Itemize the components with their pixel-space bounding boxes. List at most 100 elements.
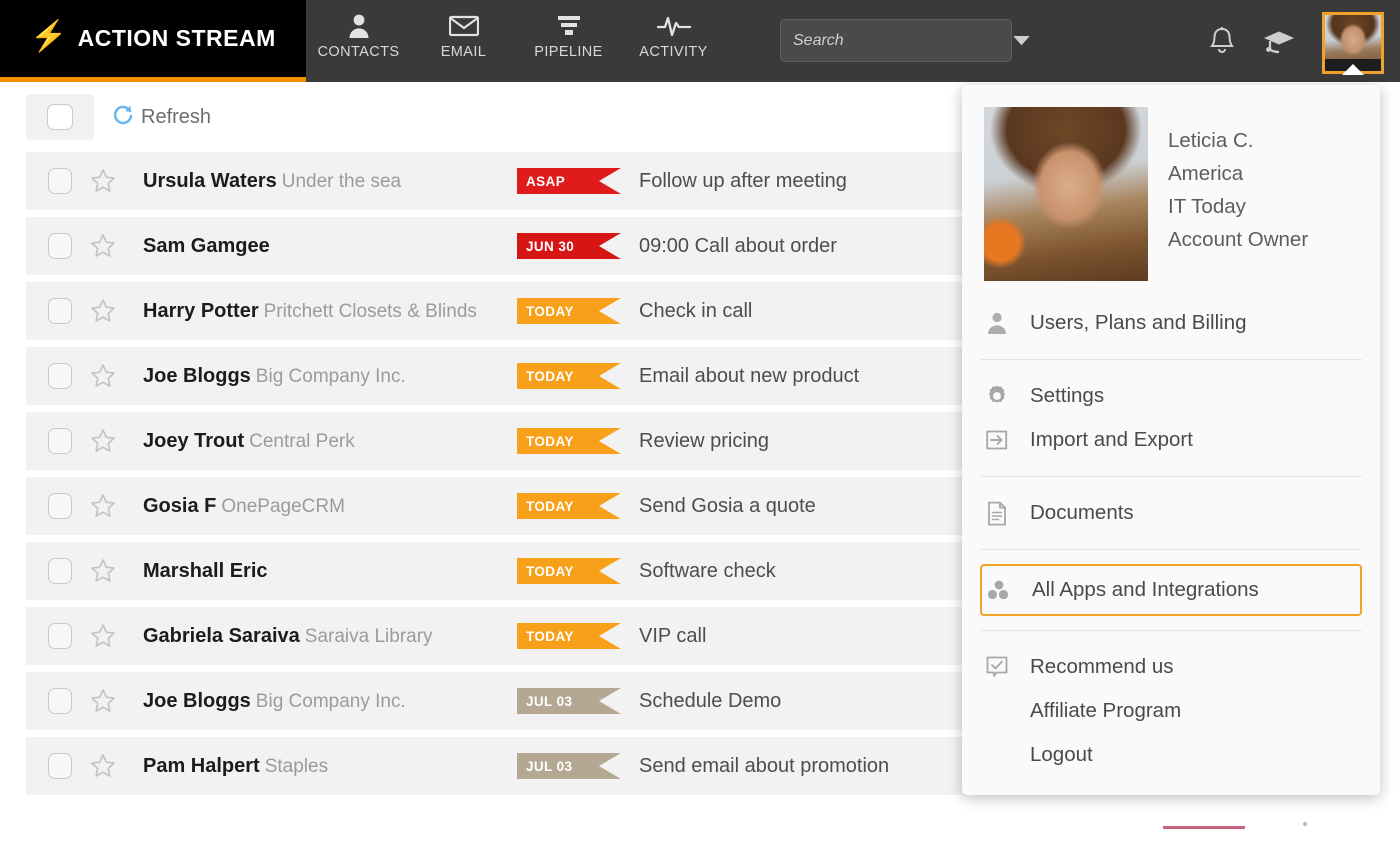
search-box[interactable] bbox=[780, 19, 1012, 62]
graduation-cap-icon[interactable] bbox=[1262, 27, 1296, 55]
contact-cell[interactable]: Joey TroutCentral Perk bbox=[143, 430, 517, 453]
due-date-badge[interactable]: JUL 03 bbox=[517, 753, 621, 779]
next-action-text[interactable]: Check in call bbox=[639, 300, 752, 323]
row-checkbox[interactable] bbox=[48, 428, 72, 454]
row-checkbox[interactable] bbox=[48, 233, 72, 259]
checkbox-glyph bbox=[47, 104, 73, 130]
due-date-badge[interactable]: TODAY bbox=[517, 428, 621, 454]
person-icon bbox=[348, 12, 370, 40]
profile-company: IT Today bbox=[1168, 191, 1308, 222]
person-icon bbox=[984, 311, 1010, 335]
star-icon[interactable] bbox=[90, 688, 116, 714]
contact-company: Saraiva Library bbox=[305, 626, 433, 647]
menu-item-users-plans-billing[interactable]: Users, Plans and Billing bbox=[962, 301, 1380, 345]
nav-item-email[interactable]: EMAIL bbox=[411, 8, 516, 60]
menu-item-label: Logout bbox=[1030, 743, 1093, 767]
star-icon[interactable] bbox=[90, 753, 116, 779]
menu-item-recommend-us[interactable]: Recommend us bbox=[962, 645, 1380, 689]
row-checkbox[interactable] bbox=[48, 623, 72, 649]
menu-item-affiliate-program[interactable]: Affiliate Program bbox=[962, 689, 1380, 733]
row-checkbox[interactable] bbox=[48, 688, 72, 714]
star-icon[interactable] bbox=[90, 233, 116, 259]
row-checkbox[interactable] bbox=[48, 363, 72, 389]
avatar[interactable] bbox=[1322, 12, 1384, 74]
menu-item-logout[interactable]: Logout bbox=[962, 733, 1380, 777]
due-date-badge[interactable]: JUL 03 bbox=[517, 688, 621, 714]
menu-item-label: Recommend us bbox=[1030, 655, 1174, 679]
nav-item-contacts[interactable]: CONTACTS bbox=[306, 8, 411, 60]
menu-item-label: All Apps and Integrations bbox=[1032, 578, 1259, 602]
due-date-label: TODAY bbox=[526, 499, 574, 514]
row-checkbox[interactable] bbox=[48, 493, 72, 519]
select-all-checkbox[interactable] bbox=[26, 94, 94, 140]
checkbox-speech-icon bbox=[984, 655, 1010, 679]
contact-cell[interactable]: Joe BloggsBig Company Inc. bbox=[143, 365, 517, 388]
next-action-text[interactable]: VIP call bbox=[639, 625, 706, 648]
row-checkbox[interactable] bbox=[48, 558, 72, 584]
action-stream-tab[interactable]: ⚡ ACTION STREAM bbox=[0, 0, 306, 82]
gear-icon bbox=[984, 384, 1010, 408]
contact-cell[interactable]: Gosia FOnePageCRM bbox=[143, 495, 517, 518]
contact-company: Central Perk bbox=[249, 431, 355, 452]
background-dot bbox=[1303, 822, 1307, 826]
search-input[interactable] bbox=[781, 32, 1013, 50]
next-action-text[interactable]: Review pricing bbox=[639, 430, 769, 453]
contact-name: Joey Trout bbox=[143, 430, 244, 452]
nav-item-activity[interactable]: ACTIVITY bbox=[621, 8, 726, 60]
refresh-button[interactable]: Refresh bbox=[112, 103, 211, 132]
dropdown-profile: Leticia C. America IT Today Account Owne… bbox=[962, 107, 1380, 281]
due-date-badge[interactable]: TODAY bbox=[517, 493, 621, 519]
due-date-badge[interactable]: TODAY bbox=[517, 623, 621, 649]
row-checkbox[interactable] bbox=[48, 298, 72, 324]
contact-cell[interactable]: Sam Gamgee bbox=[143, 235, 517, 258]
due-date-label: TODAY bbox=[526, 629, 574, 644]
contact-name: Ursula Waters bbox=[143, 170, 277, 192]
due-date-badge[interactable]: JUN 30 bbox=[517, 233, 621, 259]
avatar-image bbox=[1325, 15, 1381, 71]
bell-icon[interactable] bbox=[1208, 26, 1236, 57]
next-action-text[interactable]: Follow up after meeting bbox=[639, 170, 847, 193]
next-action-text[interactable]: Schedule Demo bbox=[639, 690, 781, 713]
contact-cell[interactable]: Gabriela SaraivaSaraiva Library bbox=[143, 625, 517, 648]
menu-item-label: Users, Plans and Billing bbox=[1030, 311, 1247, 335]
due-date-badge[interactable]: TODAY bbox=[517, 558, 621, 584]
contact-company: Under the sea bbox=[282, 171, 401, 192]
contact-name: Gosia F bbox=[143, 495, 216, 517]
contact-name: Gabriela Saraiva bbox=[143, 625, 300, 647]
next-action-text[interactable]: Send Gosia a quote bbox=[639, 495, 816, 518]
next-action-text[interactable]: Email about new product bbox=[639, 365, 859, 388]
star-icon[interactable] bbox=[90, 493, 116, 519]
contact-company: Big Company Inc. bbox=[256, 366, 406, 387]
due-date-badge[interactable]: ASAP bbox=[517, 168, 621, 194]
menu-item-settings[interactable]: Settings bbox=[962, 374, 1380, 418]
nav-item-pipeline[interactable]: PIPELINE bbox=[516, 8, 621, 60]
menu-item-documents[interactable]: Documents bbox=[962, 491, 1380, 535]
contact-cell[interactable]: Harry PotterPritchett Closets & Blinds bbox=[143, 300, 517, 323]
contact-cell[interactable]: Joe BloggsBig Company Inc. bbox=[143, 690, 517, 713]
menu-item-label: Affiliate Program bbox=[1030, 699, 1181, 723]
contact-cell[interactable]: Ursula WatersUnder the sea bbox=[143, 170, 517, 193]
star-icon[interactable] bbox=[90, 168, 116, 194]
due-date-badge[interactable]: TODAY bbox=[517, 363, 621, 389]
contact-cell[interactable]: Marshall Eric bbox=[143, 560, 517, 583]
contact-name: Sam Gamgee bbox=[143, 235, 270, 257]
menu-item-all-apps-and-integrations[interactable]: All Apps and Integrations bbox=[980, 564, 1362, 616]
menu-item-label: Settings bbox=[1030, 384, 1104, 408]
row-checkbox[interactable] bbox=[48, 168, 72, 194]
row-checkbox[interactable] bbox=[48, 753, 72, 779]
star-icon[interactable] bbox=[90, 363, 116, 389]
star-icon[interactable] bbox=[90, 623, 116, 649]
next-action-text[interactable]: 09:00 Call about order bbox=[639, 235, 837, 258]
refresh-label: Refresh bbox=[141, 106, 211, 129]
due-date-badge[interactable]: TODAY bbox=[517, 298, 621, 324]
star-icon[interactable] bbox=[90, 558, 116, 584]
menu-item-import-and-export[interactable]: Import and Export bbox=[962, 418, 1380, 462]
contact-cell[interactable]: Pam HalpertStaples bbox=[143, 755, 517, 778]
star-icon[interactable] bbox=[90, 428, 116, 454]
next-action-text[interactable]: Send email about promotion bbox=[639, 755, 889, 778]
star-icon[interactable] bbox=[90, 298, 116, 324]
chevron-down-icon[interactable] bbox=[1013, 20, 1030, 61]
next-action-text[interactable]: Software check bbox=[639, 560, 776, 583]
menu-separator bbox=[980, 630, 1362, 631]
contact-name: Pam Halpert bbox=[143, 755, 260, 777]
